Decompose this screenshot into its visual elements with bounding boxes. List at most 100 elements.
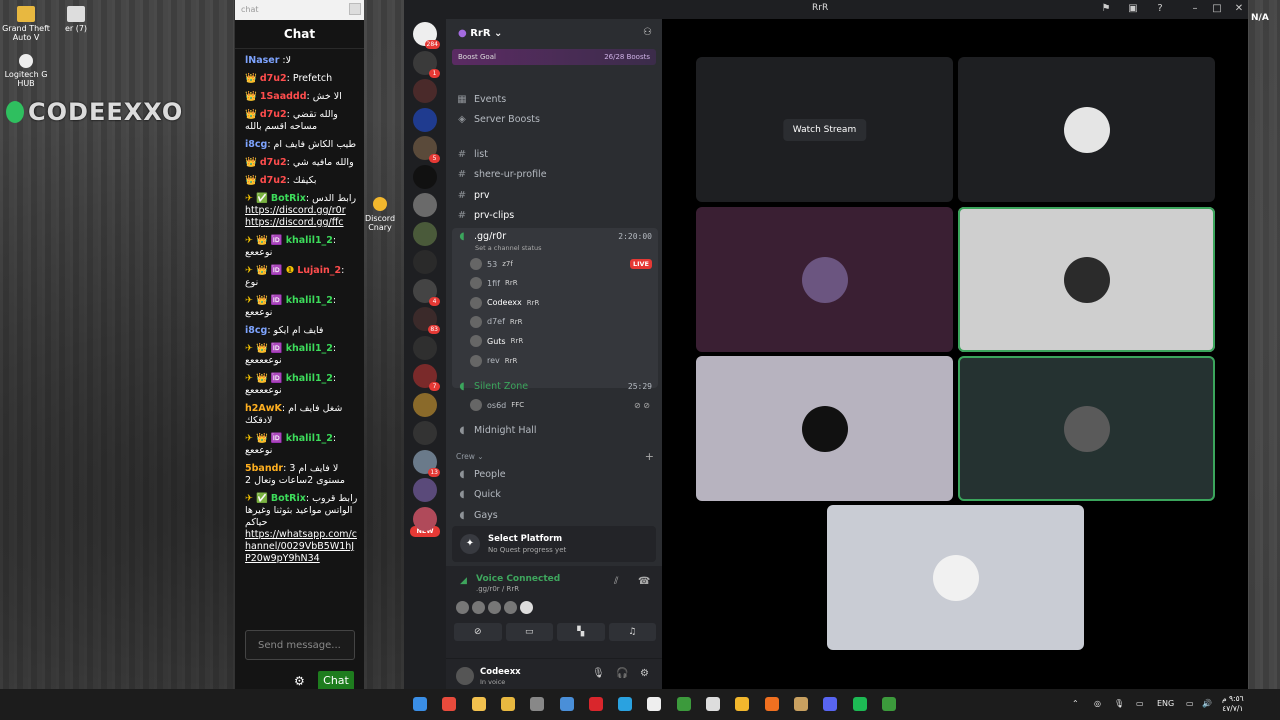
voice-connected-label[interactable]: Voice Connected (476, 574, 560, 584)
chat-username[interactable]: khalil1_2 (286, 295, 333, 306)
taskbar-app-icon[interactable] (764, 697, 779, 711)
voice-user[interactable]: 1fif RrR (470, 274, 656, 292)
taskbar-app-icon[interactable] (881, 697, 896, 711)
server-icon[interactable] (413, 335, 437, 360)
voice-user[interactable]: Guts RrR (470, 332, 656, 350)
soundboard-icon[interactable]: ♫ (608, 623, 656, 641)
quest-panel[interactable]: ✦ Select Platform No Quest progress yet (452, 526, 656, 562)
voice-channel-people[interactable]: ◖ People (456, 464, 658, 482)
chat-username[interactable]: khalil1_2 (286, 235, 333, 246)
server-icon[interactable] (413, 421, 437, 445)
chat-username[interactable]: d7u2 (260, 157, 287, 168)
gear-icon[interactable]: ⚙ (640, 668, 649, 679)
camera-off-icon[interactable]: ⊘ (454, 623, 502, 641)
participant-tile-speaking[interactable] (958, 356, 1215, 501)
stream-tile[interactable]: Watch Stream (696, 57, 953, 202)
watch-stream-button[interactable]: Watch Stream (782, 118, 867, 141)
taskbar-app-icon[interactable] (852, 697, 867, 711)
chevron-up-icon[interactable]: ⌃ (1072, 699, 1079, 708)
start-menu-icon[interactable] (413, 697, 427, 711)
server-icon[interactable]: 7 (413, 364, 440, 391)
chat-username[interactable]: 5bandr (245, 463, 283, 474)
voice-user[interactable]: 53 z7f LIVE (470, 255, 656, 273)
desktop-icon-er[interactable]: er (7) (50, 6, 102, 33)
chat-username[interactable]: d7u2 (260, 109, 287, 120)
desktop-icon-discord-canary[interactable]: Discord Cnary (364, 197, 396, 232)
server-icon[interactable] (413, 506, 437, 531)
participant-tile[interactable] (958, 57, 1215, 202)
taskbar-app-icon[interactable] (559, 697, 574, 711)
network-icon[interactable]: ▭ (1186, 699, 1194, 708)
taskbar-app-icon[interactable] (530, 697, 545, 711)
voice-channel-midnight-hall[interactable]: ◖ Midnight Hall (456, 420, 658, 438)
voice-user[interactable]: rev RrR (470, 352, 656, 370)
voice-channel-quick[interactable]: ◖ Quick (456, 484, 658, 502)
participant-tile[interactable] (696, 356, 953, 501)
voice-user[interactable]: Codeexx RrR (470, 294, 656, 312)
chat-username[interactable]: 1Saaddd (260, 91, 307, 102)
taskbar-app-icon[interactable] (647, 697, 662, 711)
voice-channel-silent-zone[interactable]: ◖ Silent Zone 25:29 (456, 376, 658, 394)
server-icon[interactable] (413, 392, 437, 417)
microphone-icon[interactable]: 🎙 (1114, 699, 1124, 708)
taskbar-app-icon[interactable] (500, 697, 515, 711)
voice-user-os6d[interactable]: os6d FFC ⊘ ⊘ (470, 396, 656, 414)
close-window-icon[interactable]: ✕ (1233, 3, 1245, 15)
add-channel-icon[interactable]: + (645, 450, 654, 463)
headphones-icon[interactable]: 🎧 (616, 668, 628, 679)
taskbar-app-icon[interactable] (588, 697, 603, 711)
chat-link[interactable]: https://discord.gg/r0r (245, 205, 346, 216)
taskbar-app-icon[interactable] (823, 697, 838, 711)
taskbar-app-icon[interactable] (735, 697, 750, 711)
voice-channel-gg-r0r[interactable]: ◖ .gg/r0r 2:20:00 (456, 226, 658, 244)
server-icon[interactable] (413, 478, 437, 502)
server-icon[interactable]: 5 (413, 136, 440, 163)
server-header[interactable]: ● RrR ⌄ ⚇ (446, 19, 662, 49)
maximize-icon[interactable]: □ (1211, 3, 1223, 15)
chat-username[interactable]: d7u2 (260, 175, 287, 186)
chat-username[interactable]: d7u2 (260, 73, 287, 84)
taskbar-app-icon[interactable] (618, 697, 633, 711)
participant-tile[interactable] (827, 505, 1084, 650)
voice-user[interactable]: d7ef RrR (470, 313, 656, 331)
channel-prv[interactable]: # prv (456, 185, 658, 203)
server-icon[interactable]: 1 (413, 50, 440, 78)
screen-share-icon[interactable]: ▭ (505, 623, 553, 641)
taskbar-app-icon[interactable] (442, 697, 457, 711)
close-icon[interactable] (349, 3, 361, 15)
server-icon[interactable] (413, 250, 437, 274)
channel-status[interactable]: Set a channel status (475, 244, 542, 252)
chat-username[interactable]: i8cg (245, 325, 267, 336)
channel-list[interactable]: # list (456, 144, 658, 162)
minimize-icon[interactable]: – (1189, 3, 1201, 15)
participant-tile-speaking[interactable] (958, 207, 1215, 352)
microphone-icon[interactable]: 🎙 (592, 668, 605, 679)
server-icon[interactable]: 13 (413, 449, 440, 477)
tray-icon[interactable]: ◎ (1094, 699, 1101, 708)
server-icon[interactable] (413, 79, 437, 103)
chat-username[interactable]: khalil1_2 (286, 433, 333, 444)
chat-link[interactable]: https://whatsapp.com/channel/0029VbB5W1h… (245, 529, 357, 564)
chat-username[interactable]: khalil1_2 (286, 343, 333, 354)
chat-username[interactable]: h2AwK (245, 403, 282, 414)
help-icon[interactable]: ? (1154, 3, 1166, 15)
taskbar-app-icon[interactable] (706, 697, 720, 711)
noise-suppression-icon[interactable]: ⫽ (614, 576, 618, 587)
server-icon[interactable]: 83 (413, 307, 440, 334)
nav-server-boosts[interactable]: ◈ Server Boosts (456, 109, 658, 127)
voice-channel-gays[interactable]: ◖ Gays (456, 505, 658, 523)
boost-goal-bar[interactable]: Boost Goal 26/28 Boosts (452, 49, 656, 65)
avatar[interactable] (456, 667, 474, 685)
volume-icon[interactable]: 🔊 (1202, 699, 1212, 708)
participant-tile[interactable] (696, 207, 953, 352)
server-icon[interactable]: 4 (413, 278, 440, 306)
taskbar-app-icon[interactable] (793, 697, 808, 711)
tray-icon[interactable]: ▭ (1136, 699, 1144, 708)
chat-send-button[interactable]: Chat (318, 671, 354, 691)
server-icon[interactable] (413, 107, 437, 132)
desktop-icon-gta[interactable]: Grand Theft Auto V (0, 6, 52, 42)
chat-username[interactable]: i8cg (245, 139, 267, 150)
add-member-icon[interactable]: ⚇ (643, 27, 652, 38)
inbox-icon[interactable]: ▣ (1127, 3, 1139, 15)
chat-username[interactable]: BotRix (271, 193, 306, 204)
